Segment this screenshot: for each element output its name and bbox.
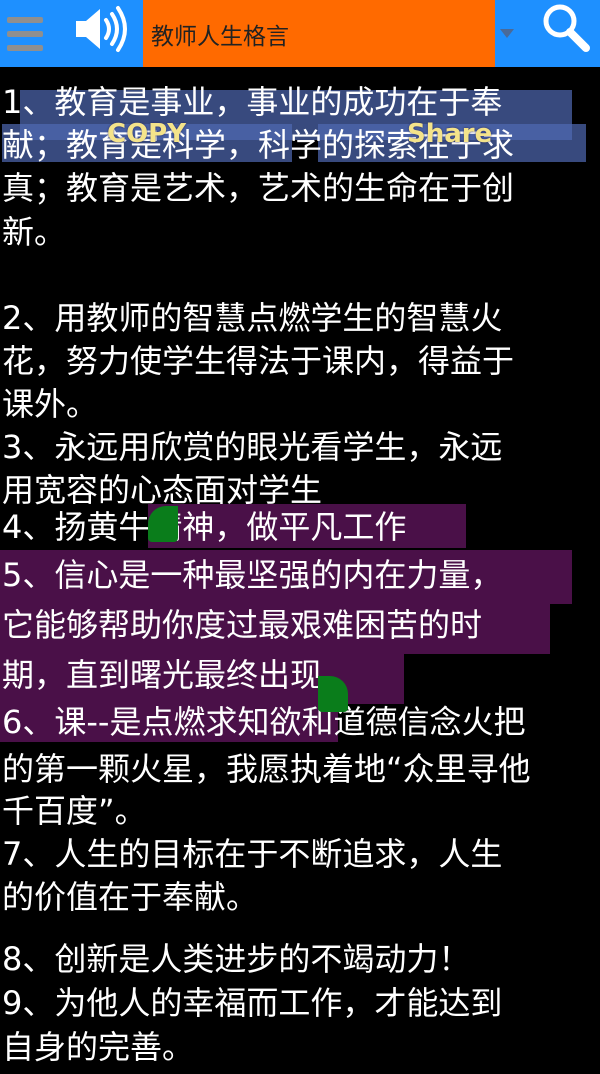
quote-line: 期，直到曙光最终出现。 [2, 656, 355, 694]
speaker-icon [76, 6, 127, 52]
quote-content[interactable]: 1、教育是事业，事业的成功在于奉 献；教育是科学，科学的探索在于求 真；教育是艺… [0, 67, 600, 1067]
category-selector[interactable]: 教师人生格言 [143, 0, 495, 67]
top-toolbar: 教师人生格言 [0, 0, 600, 67]
dropdown-arrow-icon [500, 29, 514, 38]
copy-button[interactable]: COPY [107, 119, 186, 149]
speaker-button[interactable] [72, 4, 132, 54]
quote-line: 4、扬黄牛精神，做平凡工作 [2, 508, 407, 546]
quote-line: 它能够帮助你度过最艰难困苦的时 [2, 606, 483, 644]
quote-line: 6、课--是点燃求知欲和道德信念火把 [2, 703, 526, 741]
selection-start-handle[interactable] [148, 506, 178, 542]
share-button[interactable]: Share [407, 119, 492, 149]
hamburger-menu-icon [7, 16, 43, 23]
dropdown-button[interactable] [495, 0, 519, 67]
quote-line: 自身的完善。 [2, 1028, 195, 1066]
quote-line: 5、信心是一种最坚强的内在力量， [2, 556, 503, 594]
category-title: 教师人生格言 [151, 23, 289, 50]
selection-end-handle[interactable] [318, 676, 348, 712]
hamburger-menu-icon [7, 44, 43, 51]
search-button[interactable] [540, 2, 592, 56]
hamburger-menu-icon [7, 30, 43, 37]
menu-button[interactable] [0, 0, 50, 67]
search-icon [543, 4, 590, 52]
